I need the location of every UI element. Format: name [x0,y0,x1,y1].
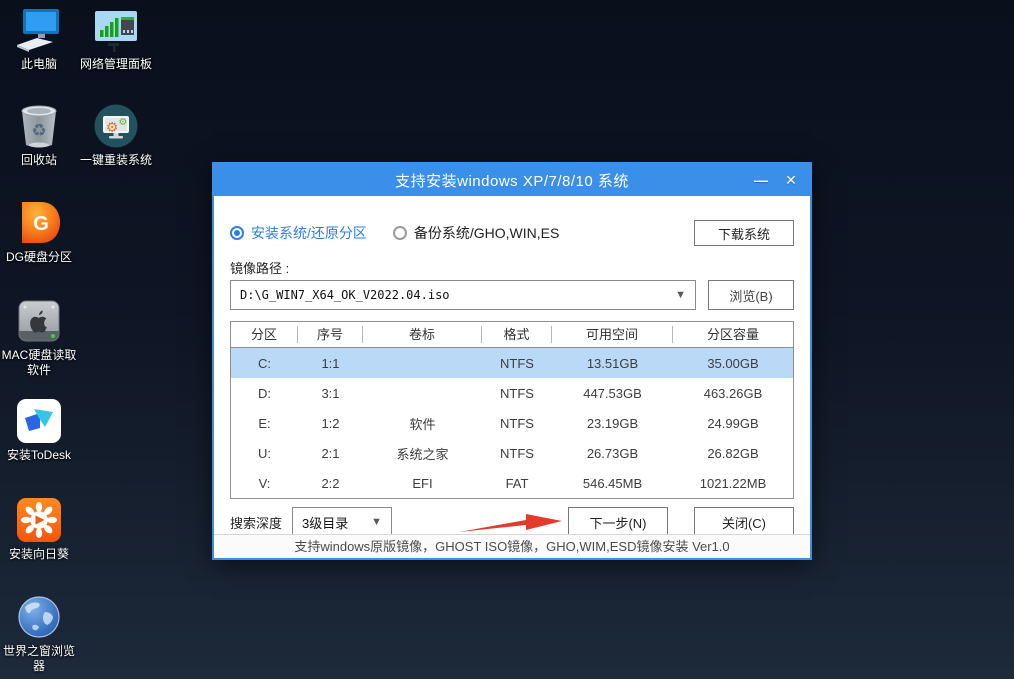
cell-serial: 1:1 [298,356,363,371]
titlebar: 支持安装windows XP/7/8/10 系统 — ✕ [214,164,810,196]
cell-volume-label: 系统之家 [363,444,482,463]
next-button[interactable]: 下一步(N) [568,507,668,537]
svg-text:G: G [33,213,49,235]
cell-format: NTFS [482,356,552,371]
cell-free-space: 546.45MB [552,476,673,491]
recycle-bin-icon: ♻ [15,102,63,150]
cell-format: FAT [482,476,552,491]
col-header-partition: 分区 [231,326,298,343]
cell-capacity: 24.99GB [673,416,793,431]
col-header-capacity: 分区容量 [673,326,793,343]
this-pc-icon [15,6,63,54]
icon-label: 世界之窗浏览器 [0,644,78,674]
col-header-format: 格式 [482,326,552,343]
svg-text:⚙: ⚙ [106,119,119,135]
cell-volume-label: EFI [363,476,482,491]
icon-label: MAC硬盘读取软件 [0,348,78,378]
icon-label: 此电脑 [0,57,78,72]
dialog-body: 安装系统/还原分区 备份系统/GHO,WIN,ES 下载系统 镜像路径 : D:… [214,196,810,534]
cell-free-space: 13.51GB [552,356,673,371]
partition-row-v[interactable]: V: 2:2 EFI FAT 546.45MB 1021.22MB [231,468,793,498]
chevron-down-icon[interactable]: ▼ [667,289,686,301]
cell-capacity: 35.00GB [673,356,793,371]
minimize-button[interactable]: — [746,164,776,196]
radio-backup-label: 备份系统/GHO,WIN,ES [414,223,559,243]
network-panel-icon [92,6,140,54]
download-system-button[interactable]: 下载系统 [694,220,794,246]
desktop-icon-world-browser[interactable]: 世界之窗浏览器 [0,593,78,674]
sunflower-icon [15,496,63,544]
radio-backup-system[interactable]: 备份系统/GHO,WIN,ES [393,223,559,243]
cell-free-space: 26.73GB [552,446,673,461]
cell-capacity: 26.82GB [673,446,793,461]
radio-selected-icon [230,226,244,240]
icon-label: 一键重装系统 [77,153,155,168]
icon-label: 安装ToDesk [0,448,78,463]
close-window-button[interactable]: ✕ [776,164,806,196]
cell-capacity: 463.26GB [673,386,793,401]
cell-capacity: 1021.22MB [673,476,793,491]
cell-partition: C: [231,356,298,371]
image-path-combobox[interactable]: D:\G_WIN7_X64_OK_V2022.04.iso ▼ [230,280,696,310]
partition-row-u[interactable]: U: 2:1 系统之家 NTFS 26.73GB 26.82GB [231,438,793,468]
cell-free-space: 23.19GB [552,416,673,431]
partition-table: 分区 序号 卷标 格式 可用空间 分区容量 C: 1:1 NTFS 13.51G… [230,321,794,499]
red-arrow-annotation [458,510,564,536]
radio-unselected-icon [393,226,407,240]
search-depth-value: 3级目录 [302,513,348,532]
globe-icon [15,593,63,641]
status-footer: 支持windows原版镜像，GHOST ISO镜像，GHO,WIM,ESD镜像安… [214,534,810,558]
col-header-volume-label: 卷标 [363,326,482,343]
svg-text:♻: ♻ [31,121,46,140]
svg-text:⚙: ⚙ [119,117,128,128]
desktop-icon-recycle-bin[interactable]: ♻ 回收站 [0,102,78,168]
cell-volume-label: 软件 [363,414,482,433]
diskgenius-icon: G [15,199,63,247]
desktop-icon-dg-partition[interactable]: G DG硬盘分区 [0,199,78,265]
desktop-icon-one-key-reinstall[interactable]: ⚙ ⚙ 一键重装系统 [77,102,155,168]
cell-serial: 3:1 [298,386,363,401]
partition-row-c[interactable]: C: 1:1 NTFS 13.51GB 35.00GB [231,348,793,378]
cell-format: NTFS [482,416,552,431]
close-button[interactable]: 关闭(C) [694,507,794,537]
search-depth-combobox[interactable]: 3级目录 ▼ [292,507,392,537]
desktop-icon-this-pc[interactable]: 此电脑 [0,6,78,72]
partition-row-d[interactable]: D: 3:1 NTFS 447.53GB 463.26GB [231,378,793,408]
cell-free-space: 447.53GB [552,386,673,401]
desktop-icon-install-todesk[interactable]: 安装ToDesk [0,397,78,463]
col-header-free-space: 可用空间 [552,326,673,343]
icon-label: DG硬盘分区 [0,250,78,265]
cell-format: NTFS [482,386,552,401]
cell-partition: E: [231,416,298,431]
desktop-icon-network-panel[interactable]: 网络管理面板 [77,6,155,72]
radio-install-label: 安装系统/还原分区 [251,223,367,243]
cell-partition: U: [231,446,298,461]
image-path-label: 镜像路径 : [230,258,794,274]
search-depth-label: 搜索深度 [230,513,282,532]
col-header-serial: 序号 [298,326,363,343]
icon-label: 回收站 [0,153,78,168]
browse-button[interactable]: 浏览(B) [708,280,794,310]
radio-install-system[interactable]: 安装系统/还原分区 [230,223,367,243]
todesk-icon [15,397,63,445]
image-path-value: D:\G_WIN7_X64_OK_V2022.04.iso [240,288,450,302]
mac-disk-icon [15,297,63,345]
desktop: 此电脑 网络管理面板 [0,0,1014,679]
icon-label: 安装向日葵 [0,547,78,562]
window-title: 支持安装windows XP/7/8/10 系统 [395,170,629,191]
icon-label: 网络管理面板 [77,57,155,72]
installer-window: 支持安装windows XP/7/8/10 系统 — ✕ 安装系统/还原分区 备… [212,162,812,560]
cell-format: NTFS [482,446,552,461]
cell-partition: V: [231,476,298,491]
chevron-down-icon[interactable]: ▼ [363,516,382,528]
cell-serial: 2:2 [298,476,363,491]
partition-row-e[interactable]: E: 1:2 软件 NTFS 23.19GB 24.99GB [231,408,793,438]
cell-partition: D: [231,386,298,401]
cell-serial: 2:1 [298,446,363,461]
one-key-reinstall-icon: ⚙ ⚙ [92,102,140,150]
desktop-icon-mac-disk-reader[interactable]: MAC硬盘读取软件 [0,297,78,378]
partition-table-header: 分区 序号 卷标 格式 可用空间 分区容量 [231,322,793,348]
cell-serial: 1:2 [298,416,363,431]
desktop-icon-install-sunflower[interactable]: 安装向日葵 [0,496,78,562]
